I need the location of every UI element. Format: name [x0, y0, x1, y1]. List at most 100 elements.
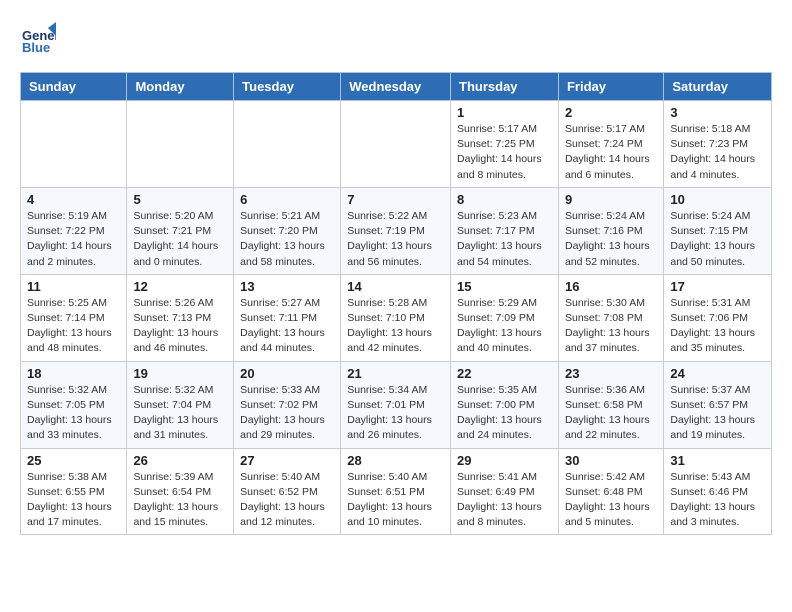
calendar-cell: 2 Sunrise: 5:17 AMSunset: 7:24 PMDaylight…	[558, 101, 663, 188]
day-number: 19	[133, 366, 227, 381]
day-info: Sunrise: 5:43 AMSunset: 6:46 PMDaylight:…	[670, 470, 765, 531]
day-number: 3	[670, 105, 765, 120]
calendar-cell: 23 Sunrise: 5:36 AMSunset: 6:58 PMDayligh…	[558, 361, 663, 448]
day-info: Sunrise: 5:35 AMSunset: 7:00 PMDaylight:…	[457, 383, 552, 444]
day-number: 24	[670, 366, 765, 381]
calendar-cell: 15Sunrise: 5:29 AMSunset: 7:09 PMDayligh…	[451, 274, 559, 361]
day-info: Sunrise: 5:40 AMSunset: 6:52 PMDaylight:…	[240, 470, 334, 531]
day-number: 29	[457, 453, 552, 468]
day-number: 9	[565, 192, 657, 207]
day-info: Sunrise: 5:24 AMSunset: 7:16 PMDaylight:…	[565, 209, 657, 270]
day-number: 7	[347, 192, 444, 207]
calendar-cell: 13 Sunrise: 5:27 AMSunset: 7:11 PMDayligh…	[234, 274, 341, 361]
calendar-cell: 10 Sunrise: 5:24 AMSunset: 7:15 PMDayligh…	[664, 187, 772, 274]
day-number: 13	[240, 279, 334, 294]
day-number: 14	[347, 279, 444, 294]
day-info: Sunrise: 5:34 AMSunset: 7:01 PMDaylight:…	[347, 383, 444, 444]
header: General Blue	[20, 20, 772, 56]
calendar-cell: 29 Sunrise: 5:41 AMSunset: 6:49 PMDayligh…	[451, 448, 559, 535]
day-number: 10	[670, 192, 765, 207]
logo: General Blue	[20, 20, 60, 56]
day-number: 4	[27, 192, 120, 207]
calendar-cell: 7Sunrise: 5:22 AMSunset: 7:19 PMDaylight…	[341, 187, 451, 274]
day-number: 17	[670, 279, 765, 294]
calendar-cell: 17 Sunrise: 5:31 AMSunset: 7:06 PMDayligh…	[664, 274, 772, 361]
col-header-tuesday: Tuesday	[234, 73, 341, 101]
day-number: 27	[240, 453, 334, 468]
page: General Blue SundayMondayTuesdayWednesda…	[0, 0, 792, 555]
calendar-cell: 11Sunrise: 5:25 AMSunset: 7:14 PMDayligh…	[21, 274, 127, 361]
calendar-header-row: SundayMondayTuesdayWednesdayThursdayFrid…	[21, 73, 772, 101]
day-info: Sunrise: 5:30 AMSunset: 7:08 PMDaylight:…	[565, 296, 657, 357]
day-number: 25	[27, 453, 120, 468]
day-number: 6	[240, 192, 334, 207]
col-header-friday: Friday	[558, 73, 663, 101]
calendar-cell: 19 Sunrise: 5:32 AMSunset: 7:04 PMDayligh…	[127, 361, 234, 448]
day-info: Sunrise: 5:41 AMSunset: 6:49 PMDaylight:…	[457, 470, 552, 531]
calendar-cell	[21, 101, 127, 188]
day-number: 23	[565, 366, 657, 381]
calendar-cell: 14 Sunrise: 5:28 AMSunset: 7:10 PMDayligh…	[341, 274, 451, 361]
calendar-cell	[127, 101, 234, 188]
day-info: Sunrise: 5:24 AMSunset: 7:15 PMDaylight:…	[670, 209, 765, 270]
calendar-cell: 28 Sunrise: 5:40 AMSunset: 6:51 PMDayligh…	[341, 448, 451, 535]
svg-text:Blue: Blue	[22, 40, 50, 55]
calendar-cell: 24 Sunrise: 5:37 AMSunset: 6:57 PMDayligh…	[664, 361, 772, 448]
day-info: Sunrise: 5:37 AMSunset: 6:57 PMDaylight:…	[670, 383, 765, 444]
day-info: Sunrise: 5:32 AMSunset: 7:04 PMDaylight:…	[133, 383, 227, 444]
day-info: Sunrise: 5:39 AMSunset: 6:54 PMDaylight:…	[133, 470, 227, 531]
day-number: 18	[27, 366, 120, 381]
day-info: Sunrise: 5:38 AMSunset: 6:55 PMDaylight:…	[27, 470, 120, 531]
calendar-cell: 21 Sunrise: 5:34 AMSunset: 7:01 PMDayligh…	[341, 361, 451, 448]
day-info: Sunrise: 5:17 AMSunset: 7:24 PMDaylight:…	[565, 122, 657, 183]
calendar-cell: 18 Sunrise: 5:32 AMSunset: 7:05 PMDayligh…	[21, 361, 127, 448]
calendar-cell: 25 Sunrise: 5:38 AMSunset: 6:55 PMDayligh…	[21, 448, 127, 535]
calendar-cell: 26 Sunrise: 5:39 AMSunset: 6:54 PMDayligh…	[127, 448, 234, 535]
calendar-cell: 9 Sunrise: 5:24 AMSunset: 7:16 PMDaylight…	[558, 187, 663, 274]
day-number: 26	[133, 453, 227, 468]
day-info: Sunrise: 5:23 AMSunset: 7:17 PMDaylight:…	[457, 209, 552, 270]
day-number: 2	[565, 105, 657, 120]
calendar-cell: 6Sunrise: 5:21 AMSunset: 7:20 PMDaylight…	[234, 187, 341, 274]
col-header-sunday: Sunday	[21, 73, 127, 101]
day-number: 20	[240, 366, 334, 381]
day-info: Sunrise: 5:27 AMSunset: 7:11 PMDaylight:…	[240, 296, 334, 357]
calendar-cell: 16Sunrise: 5:30 AMSunset: 7:08 PMDayligh…	[558, 274, 663, 361]
calendar-cell: 31Sunrise: 5:43 AMSunset: 6:46 PMDayligh…	[664, 448, 772, 535]
day-number: 30	[565, 453, 657, 468]
day-number: 22	[457, 366, 552, 381]
day-number: 8	[457, 192, 552, 207]
day-number: 21	[347, 366, 444, 381]
calendar-cell: 4 Sunrise: 5:19 AMSunset: 7:22 PMDaylight…	[21, 187, 127, 274]
col-header-wednesday: Wednesday	[341, 73, 451, 101]
col-header-saturday: Saturday	[664, 73, 772, 101]
day-number: 15	[457, 279, 552, 294]
day-info: Sunrise: 5:42 AMSunset: 6:48 PMDaylight:…	[565, 470, 657, 531]
day-number: 28	[347, 453, 444, 468]
day-info: Sunrise: 5:28 AMSunset: 7:10 PMDaylight:…	[347, 296, 444, 357]
calendar-cell: 3Sunrise: 5:18 AMSunset: 7:23 PMDaylight…	[664, 101, 772, 188]
day-info: Sunrise: 5:36 AMSunset: 6:58 PMDaylight:…	[565, 383, 657, 444]
day-info: Sunrise: 5:40 AMSunset: 6:51 PMDaylight:…	[347, 470, 444, 531]
day-info: Sunrise: 5:19 AMSunset: 7:22 PMDaylight:…	[27, 209, 120, 270]
calendar-table: SundayMondayTuesdayWednesdayThursdayFrid…	[20, 72, 772, 535]
calendar-cell: 1Sunrise: 5:17 AMSunset: 7:25 PMDaylight…	[451, 101, 559, 188]
calendar-cell: 30 Sunrise: 5:42 AMSunset: 6:48 PMDayligh…	[558, 448, 663, 535]
week-row-1: 1Sunrise: 5:17 AMSunset: 7:25 PMDaylight…	[21, 101, 772, 188]
day-number: 12	[133, 279, 227, 294]
calendar-cell: 12Sunrise: 5:26 AMSunset: 7:13 PMDayligh…	[127, 274, 234, 361]
day-info: Sunrise: 5:20 AMSunset: 7:21 PMDaylight:…	[133, 209, 227, 270]
calendar-cell: 22 Sunrise: 5:35 AMSunset: 7:00 PMDayligh…	[451, 361, 559, 448]
week-row-2: 4 Sunrise: 5:19 AMSunset: 7:22 PMDaylight…	[21, 187, 772, 274]
day-number: 1	[457, 105, 552, 120]
col-header-thursday: Thursday	[451, 73, 559, 101]
day-info: Sunrise: 5:32 AMSunset: 7:05 PMDaylight:…	[27, 383, 120, 444]
day-info: Sunrise: 5:31 AMSunset: 7:06 PMDaylight:…	[670, 296, 765, 357]
calendar-cell: 20Sunrise: 5:33 AMSunset: 7:02 PMDayligh…	[234, 361, 341, 448]
calendar-cell: 5 Sunrise: 5:20 AMSunset: 7:21 PMDaylight…	[127, 187, 234, 274]
calendar-cell: 8 Sunrise: 5:23 AMSunset: 7:17 PMDaylight…	[451, 187, 559, 274]
week-row-3: 11Sunrise: 5:25 AMSunset: 7:14 PMDayligh…	[21, 274, 772, 361]
day-number: 5	[133, 192, 227, 207]
calendar-cell: 27 Sunrise: 5:40 AMSunset: 6:52 PMDayligh…	[234, 448, 341, 535]
day-number: 11	[27, 279, 120, 294]
